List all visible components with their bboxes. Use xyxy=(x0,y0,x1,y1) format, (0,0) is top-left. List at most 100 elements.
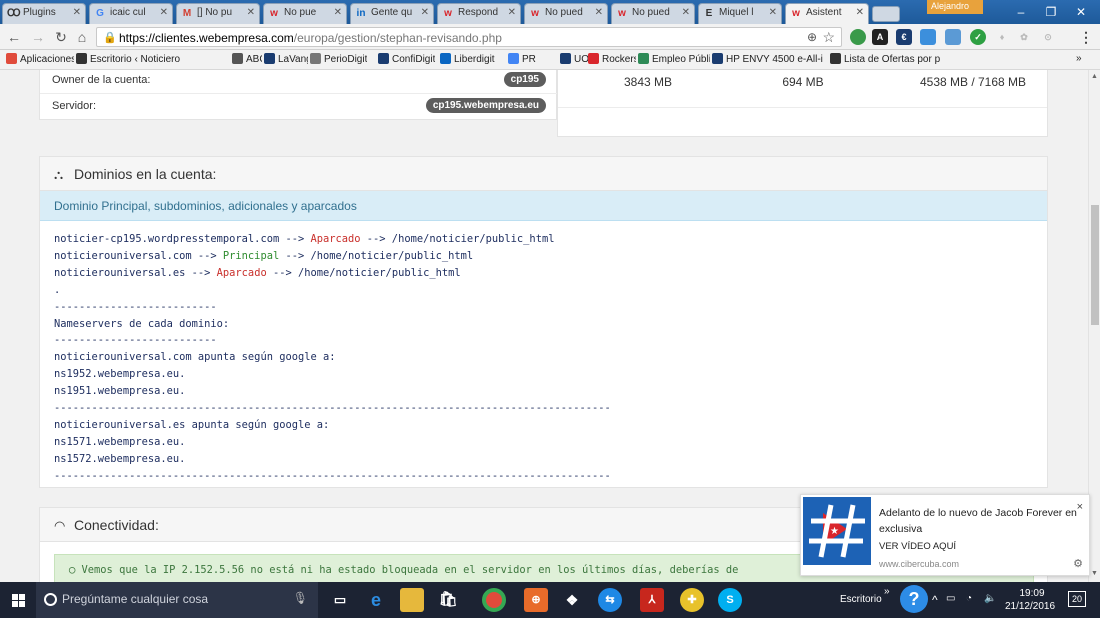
menu-icon[interactable]: ⋮ xyxy=(1078,29,1094,45)
browser-tab[interactable]: in Gente qu ✕ xyxy=(350,3,434,24)
app-icon[interactable]: ✚ xyxy=(680,588,704,612)
bookmarks-overflow-icon[interactable]: » xyxy=(1076,53,1082,64)
domains-header: ⛬ Dominios en la cuenta: xyxy=(40,157,1047,191)
domain-mapping-line: noticierouniversal.com --> Principal -->… xyxy=(54,250,473,262)
back-icon[interactable]: ← xyxy=(6,29,22,45)
task-view-icon[interactable]: ▭ xyxy=(328,588,352,612)
acrobat-icon[interactable]: ⅄ xyxy=(640,588,664,612)
tab-close-icon[interactable]: ✕ xyxy=(769,7,777,18)
help-icon[interactable]: ? xyxy=(900,585,928,613)
bookmark-item[interactable]: PR xyxy=(508,53,536,65)
browser-tab[interactable]: w Asistent ✕ xyxy=(785,3,869,24)
wifi-icon[interactable]: ◔ xyxy=(966,593,972,604)
tab-close-icon[interactable]: ✕ xyxy=(73,7,81,18)
app-icon[interactable]: ⇆ xyxy=(598,588,622,612)
tab-close-icon[interactable]: ✕ xyxy=(508,7,516,18)
bookmark-item[interactable]: Rockers xyxy=(588,53,636,65)
bookmark-item[interactable]: Empleo Público orden xyxy=(638,53,710,65)
close-window-icon[interactable]: ✕ xyxy=(1066,3,1096,21)
bookmark-item[interactable]: ConfiDigit xyxy=(378,53,435,65)
home-icon[interactable]: ⌂ xyxy=(74,29,90,45)
chevron-up-icon[interactable]: ^ xyxy=(932,593,938,607)
network-icon[interactable]: ▭ xyxy=(946,593,955,604)
console-line: ns1951.webempresa.eu. xyxy=(54,385,186,398)
bookmark-item[interactable]: Escritorio ‹ Noticiero xyxy=(76,53,180,65)
bookmark-icon xyxy=(378,53,389,64)
reload-icon[interactable]: ↻ xyxy=(53,29,69,45)
minimize-icon[interactable]: – xyxy=(1006,3,1036,21)
browser-tab[interactable]: w No pued ✕ xyxy=(524,3,608,24)
clock-date[interactable]: 21/12/2016 xyxy=(1002,601,1058,612)
domain-text: noticierouniversal.es --> xyxy=(54,266,217,279)
tab-close-icon[interactable]: ✕ xyxy=(334,7,342,18)
browser-tab[interactable]: w No pued ✕ xyxy=(611,3,695,24)
mic-icon[interactable]: 🎙 xyxy=(293,591,308,605)
extension-icon[interactable]: ✓ xyxy=(970,29,986,45)
cortana-search[interactable]: Pregúntame cualquier cosa 🎙 xyxy=(36,582,318,618)
bookmark-item[interactable]: PerioDigit xyxy=(310,53,367,65)
scroll-up-icon[interactable]: ▲ xyxy=(1091,73,1098,80)
tab-close-icon[interactable]: ✕ xyxy=(247,7,255,18)
bookmark-icon xyxy=(440,53,451,64)
extension-icon[interactable] xyxy=(945,29,961,45)
start-button[interactable] xyxy=(0,582,36,618)
forward-icon[interactable]: → xyxy=(30,29,46,45)
bookmark-item[interactable]: Aplicaciones xyxy=(6,53,74,65)
bookmark-star-icon[interactable]: ☆ xyxy=(822,29,835,46)
bookmark-item[interactable]: HP ENVY 4500 e-All-i xyxy=(712,53,823,65)
tab-close-icon[interactable]: ✕ xyxy=(595,7,603,18)
profile-button[interactable]: Alejandro xyxy=(927,0,983,14)
extension-icon[interactable] xyxy=(850,29,866,45)
bookmark-item[interactable]: UOC xyxy=(560,53,588,65)
restore-icon[interactable]: ❐ xyxy=(1036,3,1066,21)
notification-cta[interactable]: VER VÍDEO AQUÍ xyxy=(879,541,956,552)
gear-icon[interactable]: ⚙ xyxy=(1073,557,1083,570)
bookmark-item[interactable]: Liberdigit xyxy=(440,53,495,65)
chrome-icon[interactable] xyxy=(482,588,506,612)
address-bar[interactable]: 🔒 https://clientes.webempresa.com/europa… xyxy=(96,27,842,47)
chevron-right-icon[interactable]: » xyxy=(884,586,890,597)
bookmark-icon xyxy=(638,53,649,64)
extension-icon[interactable]: A xyxy=(872,29,888,45)
tab-close-icon[interactable]: ✕ xyxy=(160,7,168,18)
tab-close-icon[interactable]: ✕ xyxy=(682,7,690,18)
tab-close-icon[interactable]: ✕ xyxy=(421,7,429,18)
bookmark-item[interactable]: LaVang xyxy=(264,53,308,65)
bookmark-item[interactable]: Lista de Ofertas por p xyxy=(830,53,940,65)
browser-tab[interactable]: E Miquel l ✕ xyxy=(698,3,782,24)
domain-text: noticier-cp195.wordpresstemporal.com --> xyxy=(54,233,311,245)
extension-icon[interactable]: ⊙ xyxy=(1040,29,1056,45)
browser-tab[interactable]: M [] No pu ✕ xyxy=(176,3,260,24)
store-icon[interactable]: 🛍 xyxy=(436,588,460,612)
app-icon[interactable]: ⊕ xyxy=(524,588,548,612)
bookmark-label: Escritorio ‹ Noticiero xyxy=(90,54,181,65)
scroll-down-icon[interactable]: ▼ xyxy=(1091,570,1098,577)
dropbox-icon[interactable]: ❖ xyxy=(560,588,584,612)
desktop-label[interactable]: Escritorio xyxy=(840,594,882,605)
skype-icon[interactable]: S xyxy=(718,588,742,612)
browser-tab[interactable]: w Respond ✕ xyxy=(437,3,521,24)
zoom-icon[interactable]: ⊕ xyxy=(807,30,817,44)
account-info-card: Owner de la cuenta: cp195 Servidor: cp19… xyxy=(39,70,558,120)
file-explorer-icon[interactable] xyxy=(400,588,424,612)
divider xyxy=(558,107,1047,108)
clock-time[interactable]: 19:09 xyxy=(1010,588,1054,599)
scroll-thumb[interactable] xyxy=(1091,205,1099,325)
console-line: noticierouniversal.es apunta según googl… xyxy=(54,418,330,431)
extension-icon[interactable]: ♦ xyxy=(994,29,1010,45)
push-notification[interactable]: ★ Adelanto de lo nuevo de Jacob Forever … xyxy=(800,494,1090,576)
action-center-icon[interactable]: 20 xyxy=(1068,591,1086,607)
browser-tab[interactable]: Ꝏ Plugins ✕ xyxy=(2,3,86,24)
extension-icon[interactable] xyxy=(920,29,936,45)
browser-tab[interactable]: Gicaic cul ✕ xyxy=(89,3,173,24)
new-tab-button[interactable] xyxy=(872,6,900,22)
tab-close-icon[interactable]: ✕ xyxy=(856,7,864,18)
extension-icon[interactable]: € xyxy=(896,29,912,45)
e-icon: E xyxy=(705,8,713,19)
volume-icon[interactable]: 🔈 xyxy=(984,593,996,604)
close-icon[interactable]: × xyxy=(1077,501,1083,513)
extension-icon[interactable]: ✿ xyxy=(1016,29,1032,45)
bookmark-item[interactable]: ABC xyxy=(232,53,262,65)
browser-tab[interactable]: w No pue ✕ xyxy=(263,3,347,24)
edge-icon[interactable]: e xyxy=(364,588,388,612)
